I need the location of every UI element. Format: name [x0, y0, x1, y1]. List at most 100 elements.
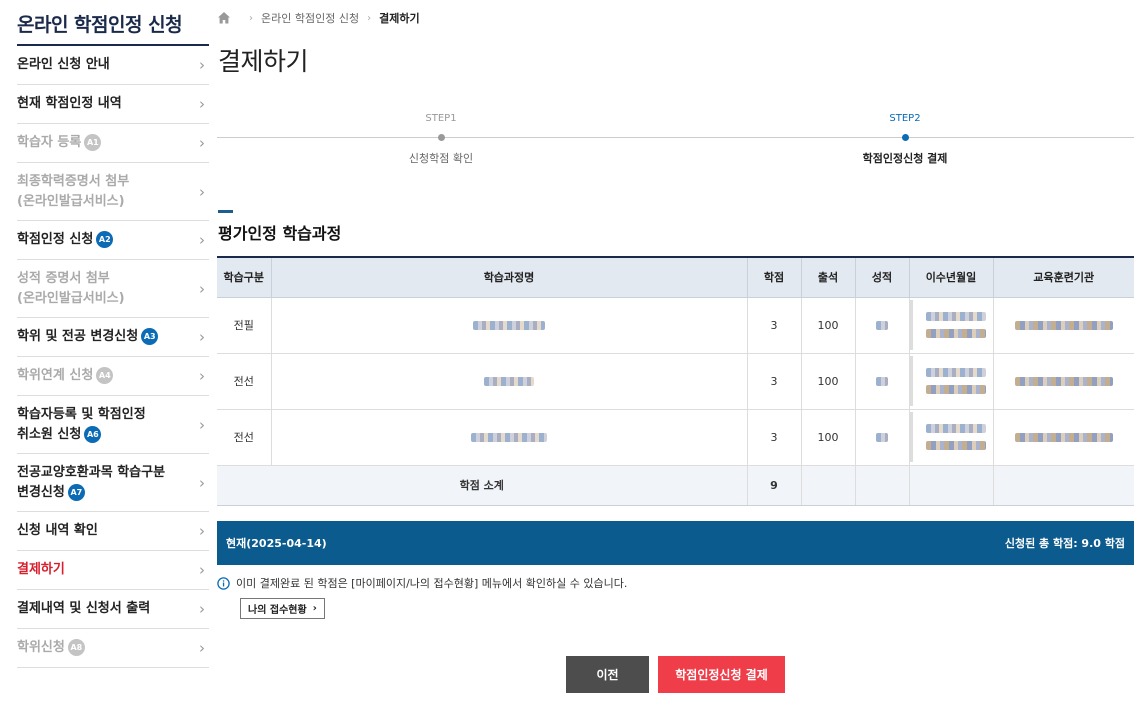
sidebar-item[interactable]: 온라인 신청 안내 ›	[17, 46, 209, 85]
table-row: 전필 3 100	[217, 297, 1134, 354]
empty-cell	[855, 465, 910, 506]
prev-button-label: 이전	[596, 668, 619, 682]
my-receipt-button[interactable]: 나의 접수현황 ›	[240, 598, 325, 619]
summary-total-credits: 신청된 총 학점: 9.0 학점	[1004, 537, 1125, 550]
notice-text: 이미 결제완료 된 학점은 [마이페이지/나의 접수현황] 메뉴에서 확인하실 …	[236, 577, 628, 590]
sidebar-item-label: 학습자 등록 A1	[17, 133, 102, 153]
step-dot	[437, 134, 445, 141]
step-dot	[901, 134, 909, 141]
chevron-right-icon: ›	[199, 522, 205, 540]
chevron-right-icon: ›	[199, 473, 205, 492]
prev-button[interactable]: 이전	[566, 656, 649, 693]
completion-date-redacted	[909, 409, 994, 466]
chevron-right-icon: ›	[199, 134, 205, 152]
sidebar-item-label: 온라인 신청 안내	[17, 57, 110, 72]
sidebar: 온라인 학점인정 신청 온라인 신청 안내 › 현재 학점인정 내역 › 학습자 등록 A…	[17, 0, 209, 668]
info-icon	[217, 576, 230, 590]
step-2: STEP2 학점인정신청 결제	[805, 110, 1005, 166]
sidebar-item-badge: A1	[84, 134, 102, 151]
sidebar-item[interactable]: 현재 학점인정 내역 ›	[17, 85, 209, 124]
sidebar-item-badge: A8	[67, 639, 85, 656]
empty-cell	[909, 465, 994, 506]
sidebar-item-label: 학위 및 전공 변경신청 A3	[17, 327, 159, 347]
step-indicator: STEP1 신청학점 확인 STEP2 학점인정신청 결제	[217, 110, 1134, 170]
sidebar-item[interactable]: 결제내역 및 신청서 출력 ›	[17, 590, 209, 629]
institution-redacted	[993, 353, 1134, 410]
course-grade-redacted	[855, 297, 910, 354]
table-header-row: 학습구분 학습과정명 학점 출석 성적 이수년월일 교육훈련기관	[217, 256, 1134, 298]
sidebar-item[interactable]: 학습자등록 및 학점인정 취소원 신청 A6 ›	[17, 396, 209, 454]
sidebar-title: 온라인 학점인정 신청	[17, 0, 209, 46]
subtotal-label: 학점 소계	[217, 465, 748, 506]
sidebar-item-badge: A6	[84, 425, 102, 443]
step-1: STEP1 신청학점 확인	[341, 110, 541, 166]
breadcrumb-current: 결제하기	[379, 12, 420, 25]
home-icon[interactable]	[217, 11, 231, 25]
empty-cell	[993, 465, 1134, 506]
institution-redacted	[993, 297, 1134, 354]
course-attendance: 100	[801, 409, 856, 466]
sidebar-item-badge: A3	[141, 328, 159, 345]
chevron-right-icon: ›	[312, 603, 317, 614]
sidebar-item-label: 신청 내역 확인	[17, 523, 98, 538]
page-title: 결제하기	[218, 47, 309, 76]
sidebar-item[interactable]: 학위 및 전공 변경신청 A3 ›	[17, 318, 209, 357]
sidebar-item-badge: A7	[67, 483, 85, 501]
course-name-redacted	[271, 297, 748, 354]
column-header: 출석	[801, 256, 856, 298]
chevron-right-icon: ›	[199, 328, 205, 346]
table-row: 전선 3 100	[217, 353, 1134, 410]
sidebar-item-badge: A4	[96, 367, 114, 384]
chevron-right-icon: ›	[199, 279, 205, 298]
chevron-right-icon: ›	[199, 56, 205, 74]
course-grade-redacted	[855, 353, 910, 410]
sidebar-item-label: 성적 증명서 첨부 (온라인발급서비스)	[17, 270, 125, 306]
completion-date-redacted	[909, 353, 994, 410]
course-credit: 3	[747, 409, 802, 466]
sidebar-item[interactable]: 결제하기 ›	[17, 551, 209, 590]
sidebar-item[interactable]: 신청 내역 확인 ›	[17, 512, 209, 551]
pay-button[interactable]: 학점인정신청 결제	[658, 656, 785, 693]
summary-date: 현재(2025-04-14)	[226, 537, 327, 550]
step-number: STEP1	[425, 113, 457, 124]
course-attendance: 100	[801, 353, 856, 410]
sidebar-item[interactable]: 전공교양호환과목 학습구분 변경신청 A7 ›	[17, 454, 209, 512]
sidebar-item-label: 학위신청 A8	[17, 638, 85, 658]
section-title-accent	[218, 210, 233, 213]
sidebar-item-label: 결제내역 및 신청서 출력	[17, 601, 151, 616]
sidebar-item[interactable]: 학점인정 신청 A2 ›	[17, 221, 209, 260]
sidebar-item-label: 학습자등록 및 학점인정 취소원 신청 A6	[17, 406, 146, 443]
breadcrumb-item[interactable]: 온라인 학점인정 신청	[261, 10, 359, 26]
sidebar-item-label: 결제하기	[17, 562, 65, 577]
sidebar-item[interactable]: 최종학력증명서 첨부 (온라인발급서비스) ›	[17, 163, 209, 221]
column-header: 학점	[747, 256, 802, 298]
column-header: 교육훈련기관	[993, 256, 1134, 298]
subtotal-value: 9	[747, 465, 802, 506]
chevron-right-icon: ›	[199, 367, 205, 385]
step-label: 신청학점 확인	[408, 152, 474, 165]
chevron-right-icon: ›	[199, 415, 205, 434]
chevron-right-icon: ›	[199, 182, 205, 201]
subtotal-row: 학점 소계 9	[217, 465, 1134, 506]
breadcrumb-separator-icon: ›	[367, 12, 372, 24]
summary-bar: 현재(2025-04-14) 신청된 총 학점: 9.0 학점	[217, 521, 1134, 565]
chevron-right-icon: ›	[199, 639, 205, 657]
section-title: 평가인정 학습과정	[218, 224, 342, 243]
column-header: 학습구분	[217, 256, 272, 298]
sidebar-item-label: 최종학력증명서 첨부 (온라인발급서비스)	[17, 173, 130, 209]
chevron-right-icon: ›	[199, 600, 205, 618]
chevron-right-icon: ›	[199, 95, 205, 113]
empty-cell	[801, 465, 856, 506]
column-header: 학습과정명	[271, 256, 748, 298]
sidebar-item[interactable]: 성적 증명서 첨부 (온라인발급서비스) ›	[17, 260, 209, 318]
sidebar-item-label: 현재 학점인정 내역	[17, 96, 122, 111]
sidebar-item[interactable]: 학위신청 A8 ›	[17, 629, 209, 668]
sidebar-item-badge: A2	[96, 231, 114, 248]
course-type: 전필	[217, 297, 272, 354]
sidebar-item-label: 학점인정 신청 A2	[17, 230, 114, 250]
institution-redacted	[993, 409, 1134, 466]
step-number: STEP2	[889, 113, 921, 124]
sidebar-item[interactable]: 학습자 등록 A1 ›	[17, 124, 209, 163]
sidebar-item[interactable]: 학위연계 신청 A4 ›	[17, 357, 209, 396]
completion-date-redacted	[909, 297, 994, 354]
